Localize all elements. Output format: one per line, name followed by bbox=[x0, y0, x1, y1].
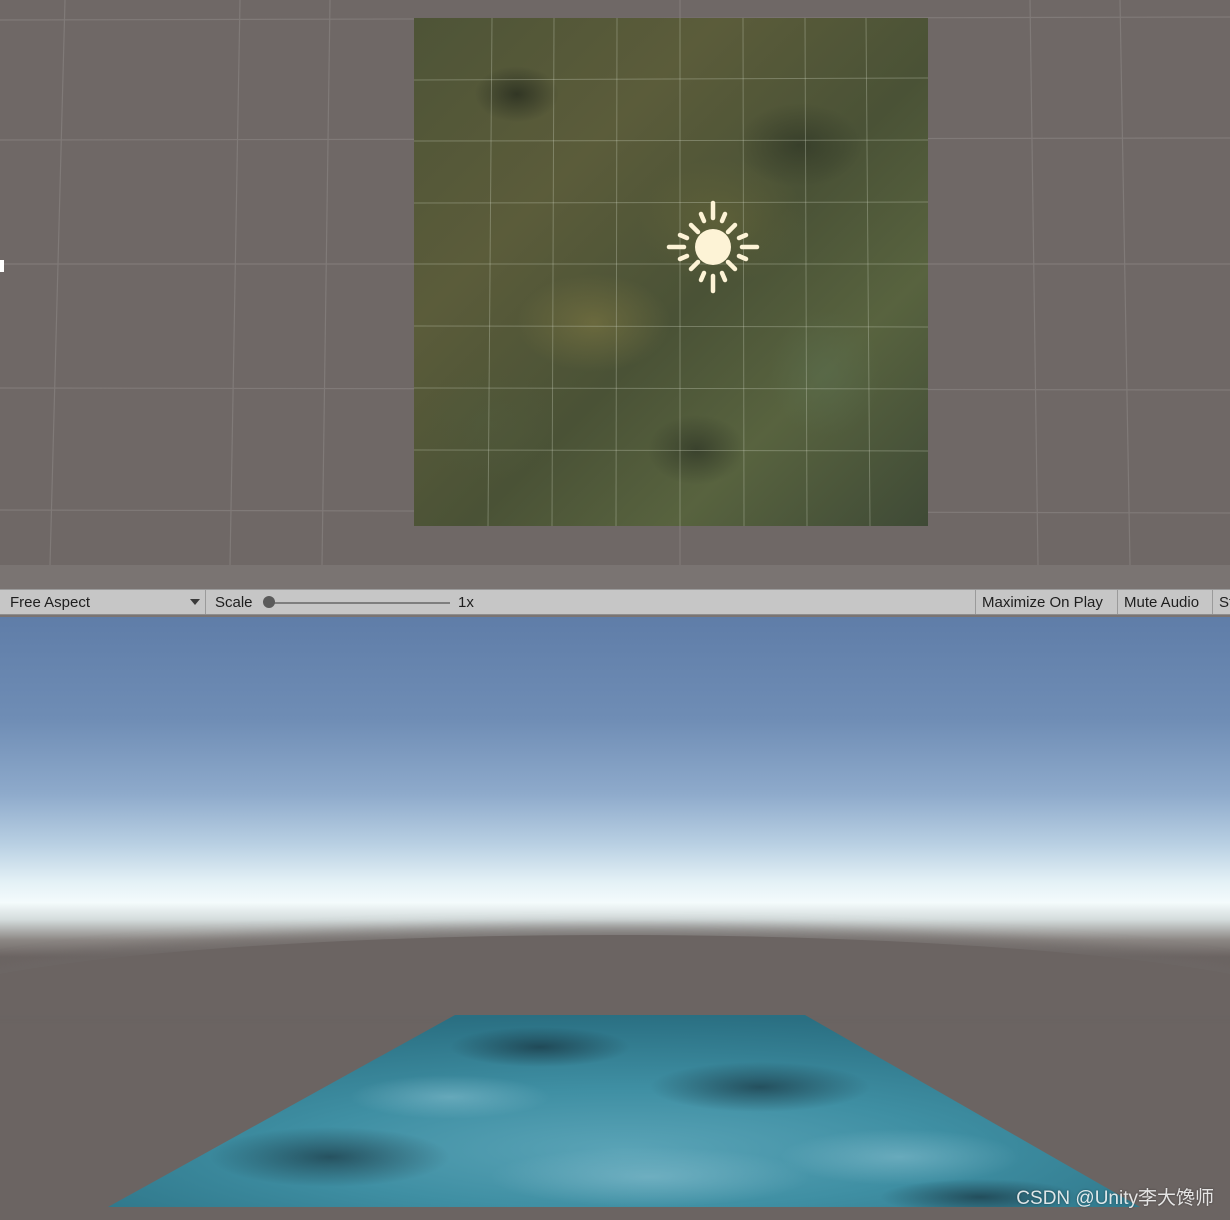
mute-audio-button[interactable]: Mute Audio bbox=[1117, 590, 1212, 614]
stats-button[interactable]: Stats bbox=[1212, 590, 1230, 614]
aspect-dropdown[interactable]: Free Aspect bbox=[0, 590, 206, 614]
watermark: CSDN @Unity李大馋师 bbox=[1016, 1188, 1214, 1209]
scale-label: Scale bbox=[215, 594, 253, 611]
scale-slider-track[interactable] bbox=[268, 602, 450, 604]
game-view[interactable]: CSDN @Unity李大馋师 bbox=[0, 617, 1230, 1220]
mute-audio-label: Mute Audio bbox=[1124, 594, 1200, 611]
game-view-toolbar: Free Aspect Scale 1x Maximize On Play Mu… bbox=[0, 589, 1230, 615]
game-view-header: Free Aspect Scale 1x Maximize On Play Mu… bbox=[0, 565, 1230, 617]
chevron-down-icon bbox=[190, 599, 200, 605]
sun-icon[interactable] bbox=[666, 200, 760, 294]
scene-view[interactable] bbox=[0, 0, 1230, 565]
scale-slider-thumb[interactable] bbox=[263, 596, 275, 608]
scale-value: 1x bbox=[458, 594, 474, 611]
aspect-dropdown-label: Free Aspect bbox=[10, 594, 91, 611]
ground-plane-layer bbox=[108, 1015, 1140, 1207]
maximize-on-play-label: Maximize On Play bbox=[982, 594, 1103, 611]
maximize-on-play-button[interactable]: Maximize On Play bbox=[975, 590, 1117, 614]
stats-label: Stats bbox=[1219, 594, 1230, 611]
